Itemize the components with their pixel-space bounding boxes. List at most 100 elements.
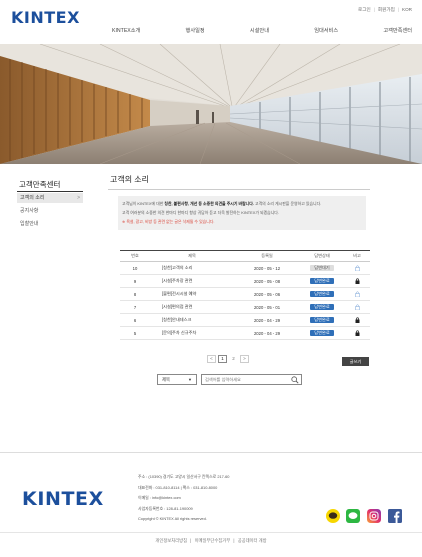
table-header: 번호 제목 등록일 답변상태 비고 [120, 250, 370, 262]
instagram-icon[interactable] [367, 509, 381, 523]
row-subject-link[interactable]: [칭찬]고객의 소리 [150, 265, 234, 271]
signup-link[interactable]: 회원가입 [378, 7, 395, 13]
write-button[interactable]: 글쓰기 [342, 357, 369, 366]
nav-item-customer-center[interactable]: 고객만족센터 [383, 27, 412, 34]
unlock-icon [354, 304, 360, 311]
search-box [201, 374, 302, 385]
row-note [344, 304, 370, 311]
table-row[interactable]: 5 [문의]주차 신규주차 2020 - 04 - 29 답변완료 [120, 327, 370, 340]
lock-icon [355, 329, 360, 337]
unlock-icon [354, 265, 360, 272]
nav-item-rental[interactable]: 임대서비스 [314, 27, 338, 34]
row-status-cell: 답변완료 [300, 317, 344, 323]
login-link[interactable]: 로그인 [358, 7, 371, 13]
page-title: 고객의 소리 [110, 175, 150, 184]
row-note [344, 291, 370, 298]
unlock-icon [354, 291, 360, 298]
row-number: 7 [133, 304, 137, 310]
row-subject-link[interactable]: [불편]전시시설 예약 [150, 291, 234, 297]
row-number: 8 [133, 291, 137, 297]
row-subject-link[interactable]: [시설]편의점 관련 [150, 304, 234, 310]
separator: | [190, 538, 192, 543]
row-date: 2020 - 04 - 29 [253, 330, 281, 336]
row-date: 2020 - 05 - 01 [253, 304, 281, 310]
nav-item-facilities[interactable]: 시설안내 [250, 27, 269, 34]
board-table: 번호 제목 등록일 답변상태 비고 10 [칭찬]고객의 소리 2020 - 05 … [120, 250, 370, 340]
sidebar-item-label: 입찰안내 [20, 221, 39, 227]
row-note [344, 329, 370, 337]
language-link[interactable]: KOR [402, 7, 412, 13]
status-badge: 답변대기 [310, 265, 334, 271]
row-number: 9 [133, 278, 137, 284]
facebook-icon[interactable] [388, 509, 402, 523]
table-body: 10 [칭찬]고객의 소리 2020 - 05 - 12 답변대기 9 [시설]주차장 관… [120, 262, 370, 340]
header-no: 번호 [131, 253, 139, 258]
row-status-cell: 답변대기 [300, 265, 344, 271]
caret-down-icon: ▼ [188, 377, 192, 382]
footer-address: 주소 : (10390) 경기도 고양시 일산서구 킨텍스로 217-60 [138, 474, 230, 479]
sidebar-item-notice[interactable]: 공지사항 [17, 206, 83, 216]
footer-logo: KINTEX [22, 488, 104, 510]
title-divider [108, 189, 370, 190]
nav-item-about[interactable]: KINTEX소개 [112, 27, 140, 34]
table-row[interactable]: 10 [칭찬]고객의 소리 2020 - 05 - 12 답변대기 [120, 262, 370, 275]
status-badge: 답변완료 [310, 317, 334, 323]
utility-menu: 로그인 | 회원가입 | KOR [358, 7, 412, 13]
page-2-button[interactable]: 2 [229, 355, 238, 363]
chevron-right-icon: > [77, 195, 80, 201]
table-row[interactable]: 9 [시설]주차장 관련 2020 - 05 - 08 답변완료 [120, 275, 370, 288]
kintex-logo[interactable]: KINTEX [11, 8, 80, 27]
header: KINTEX 로그인 | 회원가입 | KOR KINTEX소개 행사일정 시설… [0, 0, 422, 44]
separator: | [397, 7, 400, 12]
row-number: 6 [133, 317, 137, 323]
row-note [344, 265, 370, 272]
row-note [344, 316, 370, 324]
status-badge: 답변완료 [310, 304, 334, 310]
kakaotalk-icon[interactable] [326, 509, 340, 523]
page-1-button[interactable]: 1 [218, 355, 227, 363]
row-subject-link[interactable]: [시설]주차장 관련 [150, 278, 234, 284]
notice-box: 고객님이 KINTEX에 대한 칭찬, 불편사항, 개선 등 소중한 의견을 주… [118, 196, 366, 230]
table-row[interactable]: 6 [칭찬]안내데스크 2020 - 04 - 29 답변완료 [120, 314, 370, 327]
sidebar-title: 고객만족센터 [19, 180, 61, 189]
line-icon[interactable] [346, 509, 360, 523]
search-icon[interactable] [291, 376, 299, 386]
next-page-button[interactable]: > [240, 355, 249, 363]
separator: | [233, 538, 235, 543]
prev-page-button[interactable]: < [207, 355, 216, 363]
lock-icon [355, 277, 360, 285]
header-subject: 제목 [188, 253, 196, 258]
notice-warning: ※ 욕설, 광고, 비방 등 관련 없는 글은 삭제될 수 있습니다. [122, 219, 215, 224]
row-subject-link[interactable]: [칭찬]안내데스크 [150, 317, 234, 323]
pagination: < 1 2 > [207, 355, 249, 363]
footer-links: 개인정보처리방침 | 이메일무단수집거부 | 공공데이터 개방 [0, 538, 422, 544]
row-status-cell: 답변완료 [300, 278, 344, 284]
table-row[interactable]: 7 [시설]편의점 관련 2020 - 05 - 01 답변완료 [120, 301, 370, 314]
footer-divider [0, 452, 422, 453]
footer-phone: 대표전화 : 031-810-8114 | 팩스 : 031-810-8000 [138, 484, 218, 490]
footer-business-number: 사업자등록번호 : 128-81-190009 [138, 505, 193, 511]
main-nav: KINTEX소개 행사일정 시설안내 임대서비스 고객만족센터 [112, 27, 412, 34]
email-refusal-link[interactable]: 이메일무단수집거부 [195, 538, 231, 543]
header-note: 비고 [353, 253, 361, 258]
sidebar-divider [17, 191, 83, 192]
sidebar-item-customer-voice[interactable]: 고객의 소리 > [17, 193, 83, 203]
row-date: 2020 - 05 - 06 [253, 291, 281, 297]
row-date: 2020 - 05 - 08 [253, 278, 281, 284]
open-data-link[interactable]: 공공데이터 개방 [238, 538, 267, 543]
sidebar-item-bidding[interactable]: 입찰안내 [17, 219, 83, 229]
row-status-cell: 답변완료 [300, 330, 344, 336]
status-badge: 답변완료 [310, 278, 334, 284]
table-row[interactable]: 8 [불편]전시시설 예약 2020 - 05 - 06 답변완료 [120, 288, 370, 301]
search-field-select[interactable]: 제목 ▼ [157, 374, 197, 385]
nav-item-events[interactable]: 행사일정 [186, 27, 205, 34]
privacy-policy-link[interactable]: 개인정보처리방침 [155, 538, 187, 543]
sidebar-item-label: 고객의 소리 [20, 195, 45, 201]
sidebar-item-label: 공지사항 [20, 208, 39, 214]
search-input[interactable] [202, 375, 287, 384]
separator: | [373, 7, 375, 12]
row-note [344, 277, 370, 285]
row-number: 10 [132, 265, 138, 271]
row-subject-link[interactable]: [문의]주차 신규주차 [150, 330, 234, 336]
notice-line-1: 고객님이 KINTEX에 대한 칭찬, 불편사항, 개선 등 소중한 의견을 주… [122, 201, 322, 206]
